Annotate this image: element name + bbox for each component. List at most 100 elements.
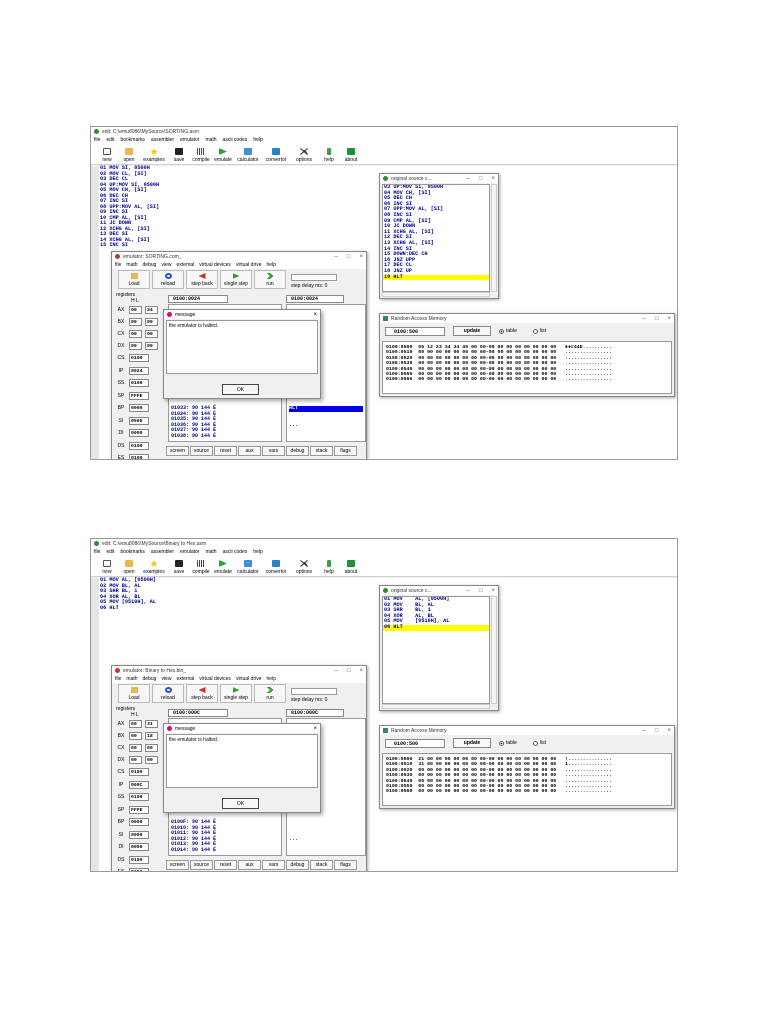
original-source-window[interactable]: original source c... – □ × 01 MOV AL, [050… [379,585,499,711]
reload-button[interactable]: reload [152,684,184,703]
emulate-button[interactable]: emulate [212,144,234,164]
ram-address-input[interactable]: 0100:500 [385,326,445,336]
register-value[interactable]: 0100 [129,768,149,776]
examples-button[interactable]: examples [140,556,168,576]
ram-window[interactable]: Random Access Memory – □ × 0100:500 update… [379,313,675,397]
menu-help[interactable]: help [253,549,262,555]
menu-assembler[interactable]: assembler [151,549,174,555]
register-value[interactable]: 0024 [129,366,149,375]
register-value[interactable]: 000C [129,780,149,789]
vars-button[interactable]: vars [262,446,285,456]
register-value[interactable]: 0000 [129,818,149,826]
menu-ascii-codes[interactable]: ascii codes [223,137,248,143]
menu-file[interactable]: file [94,549,100,555]
list-radio[interactable]: list [532,328,546,334]
menu-emulator[interactable]: emulator [180,549,199,555]
ok-button[interactable]: OK [222,384,259,395]
original-source-window[interactable]: original source c... – □ × 03 UP:MOV SI, 0… [379,173,499,299]
em-menu-math[interactable]: math [126,676,137,682]
update-button[interactable]: update [453,738,491,748]
about-button[interactable]: about [340,556,362,576]
maximize-icon[interactable]: □ [655,316,659,322]
source-code-area[interactable]: 01 MOV AL, [0500H] 02 MOV BL, AL 03 SHR … [382,596,490,704]
register-value[interactable]: 0000 [129,843,149,851]
close-icon[interactable]: × [491,588,495,594]
flags-button[interactable]: flags [334,446,357,456]
em-menu-debug[interactable]: debug [143,262,157,268]
em-menu-virtual-devices[interactable]: virtual devices [199,262,231,268]
calculator-button[interactable]: calculator [234,144,262,164]
em-menu-debug[interactable]: debug [143,676,157,682]
em-menu-virtual-drive[interactable]: virtual drive [236,262,262,268]
load-button[interactable]: Load [118,684,150,703]
message-dialog[interactable]: message × the emulator is halted. OK [163,723,321,813]
editor-code[interactable]: 01 MOV AL, [0500H] 02 MOV BL, AL 03 SHR … [100,577,156,611]
menu-bookmarks[interactable]: bookmarks [120,137,144,143]
register-low[interactable]: 00 [145,330,158,338]
step-delay-slider[interactable] [291,688,337,695]
memory-dump[interactable]: 0100:0500 21 00 00 00 00 00 00 00-00 00 … [382,753,672,806]
register-value[interactable]: 0100 [129,354,149,362]
close-icon[interactable]: × [359,254,363,260]
register-value[interactable]: 0100 [129,855,149,864]
menu-edit[interactable]: edit [106,137,114,143]
save-button[interactable]: save [168,556,190,576]
ram-address-input[interactable]: 0100:500 [385,738,445,748]
minimize-icon[interactable]: – [335,668,338,674]
memory-dump[interactable]: 0100:0500 05 12 23 34 34 45 00 00-00 00 … [382,341,672,394]
close-icon[interactable]: × [359,668,363,674]
em-menu-file[interactable]: file [115,262,121,268]
run-button[interactable]: run [254,270,286,289]
debug-button[interactable]: debug [286,860,309,870]
open-button[interactable]: open [118,556,140,576]
table-radio[interactable]: table [499,740,517,746]
em-menu-file[interactable]: file [115,676,121,682]
source-horizontal-scrollbar[interactable] [382,292,490,297]
disasm-address[interactable]: 0100:000C [168,709,228,717]
register-high[interactable]: 00 [129,306,142,314]
minimize-icon[interactable]: – [335,254,338,260]
screen-button[interactable]: screen [166,446,189,456]
register-low[interactable]: 00 [145,744,158,752]
flags-button[interactable]: flags [334,860,357,870]
convertor-button[interactable]: convertor [262,144,290,164]
register-value[interactable]: FFFE [129,391,149,400]
register-high[interactable]: 00 [129,720,142,728]
examples-button[interactable]: examples [140,144,168,164]
menu-emulator[interactable]: emulator [180,137,199,143]
vars-button[interactable]: vars [262,860,285,870]
run-button[interactable]: run [254,684,286,703]
editor-code[interactable]: 01 MOV SI, 0500H 02 MOV CL, [SI] 03 DEC … [100,165,159,249]
help-button[interactable]: help [318,144,340,164]
register-high[interactable]: 00 [129,732,142,740]
register-value[interactable]: 0100 [129,454,149,459]
register-low[interactable]: 18 [145,732,158,740]
save-button[interactable]: save [168,144,190,164]
load-button[interactable]: Load [118,270,150,289]
update-button[interactable]: update [453,326,491,336]
register-high[interactable]: 00 [129,756,142,764]
em-menu-virtual-drive[interactable]: virtual drive [236,676,262,682]
step-back-button[interactable]: step back [186,684,218,703]
disasm-address[interactable]: 0100:0024 [168,295,228,303]
menu-assembler[interactable]: assembler [151,137,174,143]
message-dialog[interactable]: message × the emulator is halted. OK [163,309,321,399]
close-icon[interactable]: × [667,728,671,734]
convertor-button[interactable]: convertor [262,556,290,576]
step-back-button[interactable]: step back [186,270,218,289]
register-value[interactable]: 0000 [129,830,149,839]
menu-help[interactable]: help [253,137,262,143]
list-radio[interactable]: list [532,740,546,746]
register-value[interactable]: 0100 [129,793,149,801]
menu-math[interactable]: math [205,137,216,143]
close-icon[interactable]: × [313,312,317,318]
register-high[interactable]: 00 [129,330,142,338]
step-delay-slider[interactable] [291,274,337,281]
open-button[interactable]: open [118,144,140,164]
register-low[interactable]: 00 [145,756,158,764]
register-low[interactable]: 34 [145,306,158,314]
ram-window[interactable]: Random Access Memory – □ × 0100:500 update… [379,725,675,809]
menu-edit[interactable]: edit [106,549,114,555]
reset-button[interactable]: reset [214,860,237,870]
maximize-icon[interactable]: □ [655,728,659,734]
